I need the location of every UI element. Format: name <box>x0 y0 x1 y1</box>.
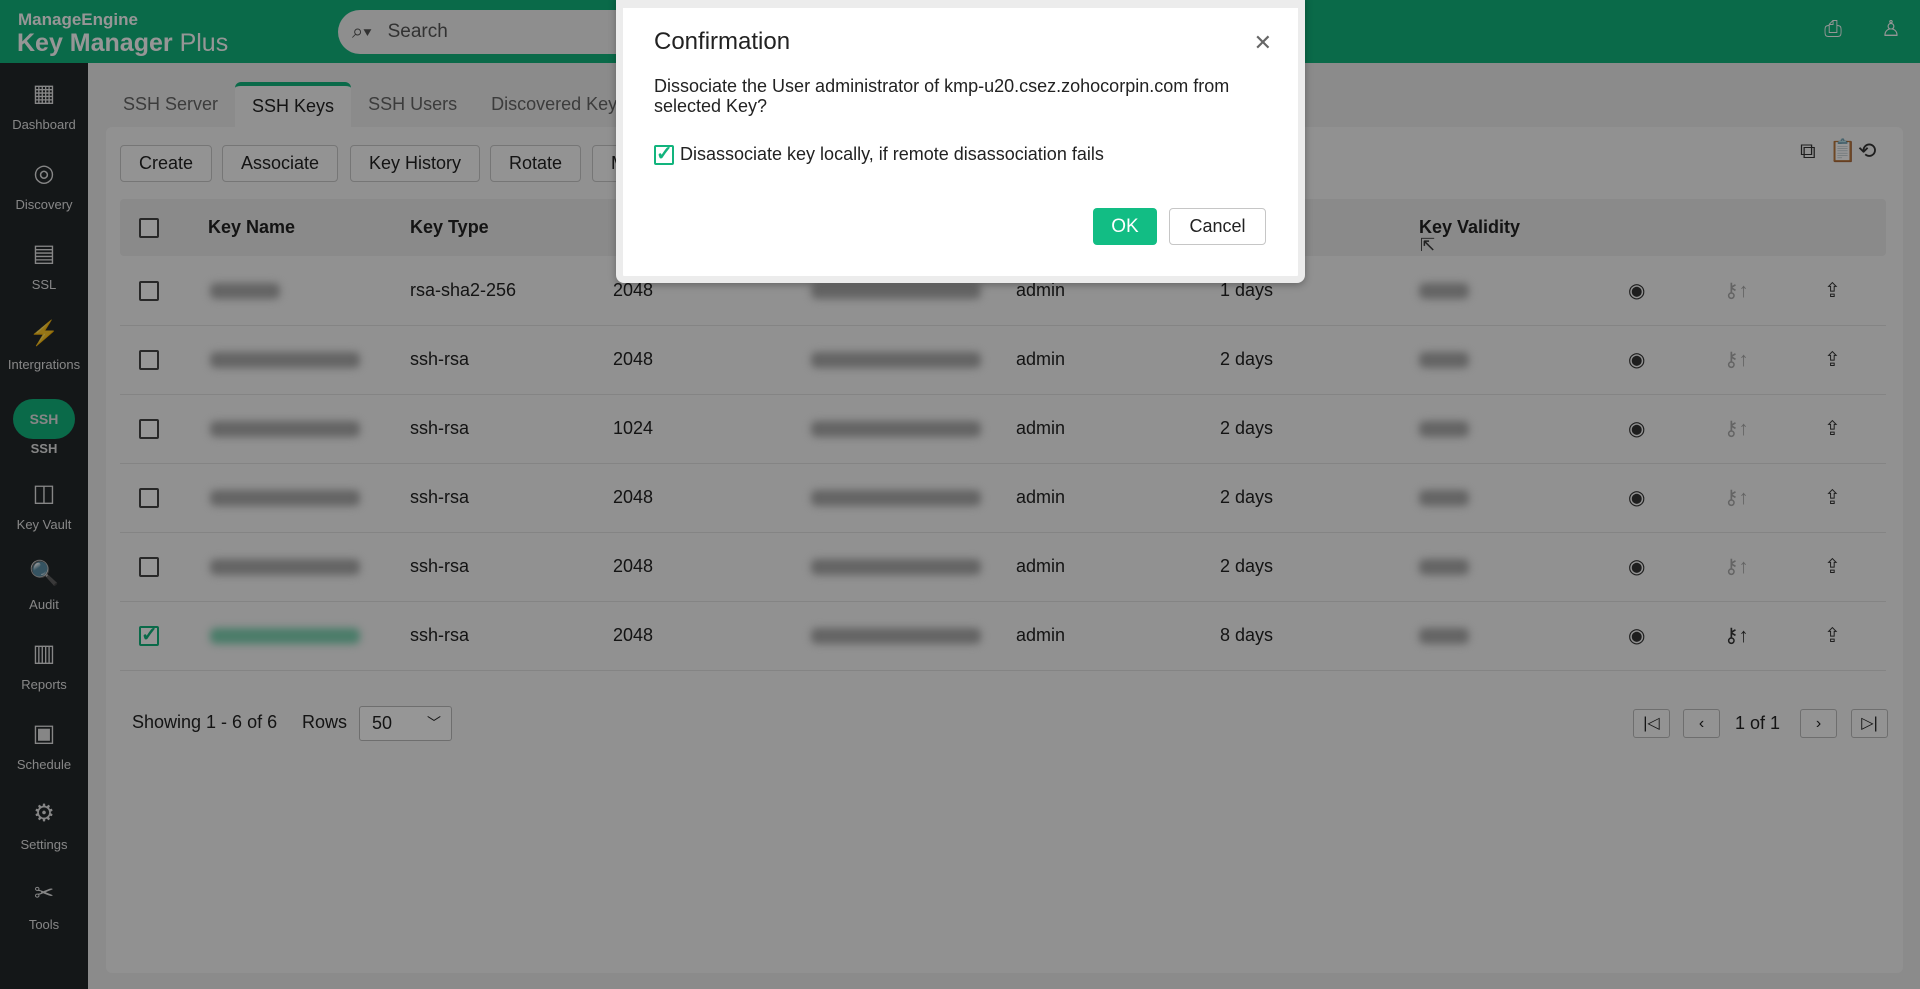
ok-button[interactable]: OK <box>1093 208 1157 245</box>
close-icon[interactable]: ✕ <box>1254 30 1272 56</box>
dialog-title: Confirmation <box>654 28 791 55</box>
disassociate-locally-checkbox[interactable]: ✓ <box>654 144 674 165</box>
mouse-cursor-icon: ⇱ <box>1420 235 1436 255</box>
disassociate-locally-option[interactable]: ✓ Disassociate key locally, if remote di… <box>654 144 1104 165</box>
cancel-button[interactable]: Cancel <box>1169 208 1266 245</box>
confirmation-dialog: Confirmation ✕ Dissociate the User admin… <box>616 0 1435 283</box>
checkbox-label: Disassociate key locally, if remote disa… <box>680 144 1104 164</box>
dialog-message: Dissociate the User administrator of kmp… <box>654 76 1230 116</box>
